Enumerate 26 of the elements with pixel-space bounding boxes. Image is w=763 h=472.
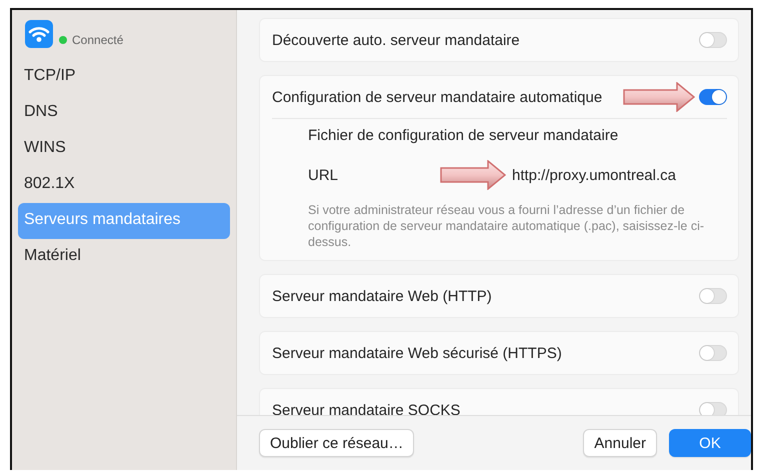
toggle-switch[interactable]: [699, 89, 727, 105]
status-label: Connecté: [72, 33, 124, 47]
toggle-switch[interactable]: [699, 402, 727, 415]
forget-network-button[interactable]: Oublier ce réseau…: [259, 429, 414, 457]
setting-label: Découverte auto. serveur mandataire: [272, 32, 520, 48]
annotation-arrow: [623, 82, 695, 112]
help-text: Si votre administrateur réseau vous a fourni l’adresse d’un fichier de configuration de serveur mandataire automatique (.pac), saisissez-le ci-dessus.: [308, 202, 706, 250]
sidebar-item[interactable]: 802.1X: [18, 167, 230, 203]
sidebar-item[interactable]: Matériel: [18, 239, 230, 275]
toggle-switch[interactable]: [699, 32, 727, 48]
sidebar-item[interactable]: DNS: [18, 95, 230, 131]
toggle-switch[interactable]: [699, 345, 727, 361]
setting-label: Serveur mandataire Web sécurisé (HTTPS): [272, 344, 562, 362]
sidebar-item[interactable]: WINS: [18, 131, 230, 167]
setting-label: Configuration de serveur mandataire automatique: [272, 88, 602, 106]
section-heading: Fichier de configuration de serveur mandataire: [308, 127, 620, 144]
cancel-button[interactable]: Annuler: [583, 429, 657, 457]
toggle-switch[interactable]: [699, 288, 727, 304]
ok-button[interactable]: OK: [669, 429, 751, 457]
url-value[interactable]: http://proxy.umontreal.ca: [512, 166, 676, 184]
setting-label: Serveur mandataire SOCKS: [272, 402, 460, 415]
url-label: URL: [308, 166, 340, 184]
setting-label: Serveur mandataire Web (HTTP): [272, 288, 492, 304]
annotation-arrow: [440, 160, 506, 190]
sidebar-item[interactable]: TCP/IP: [18, 59, 230, 95]
wifi-icon: [25, 20, 53, 48]
